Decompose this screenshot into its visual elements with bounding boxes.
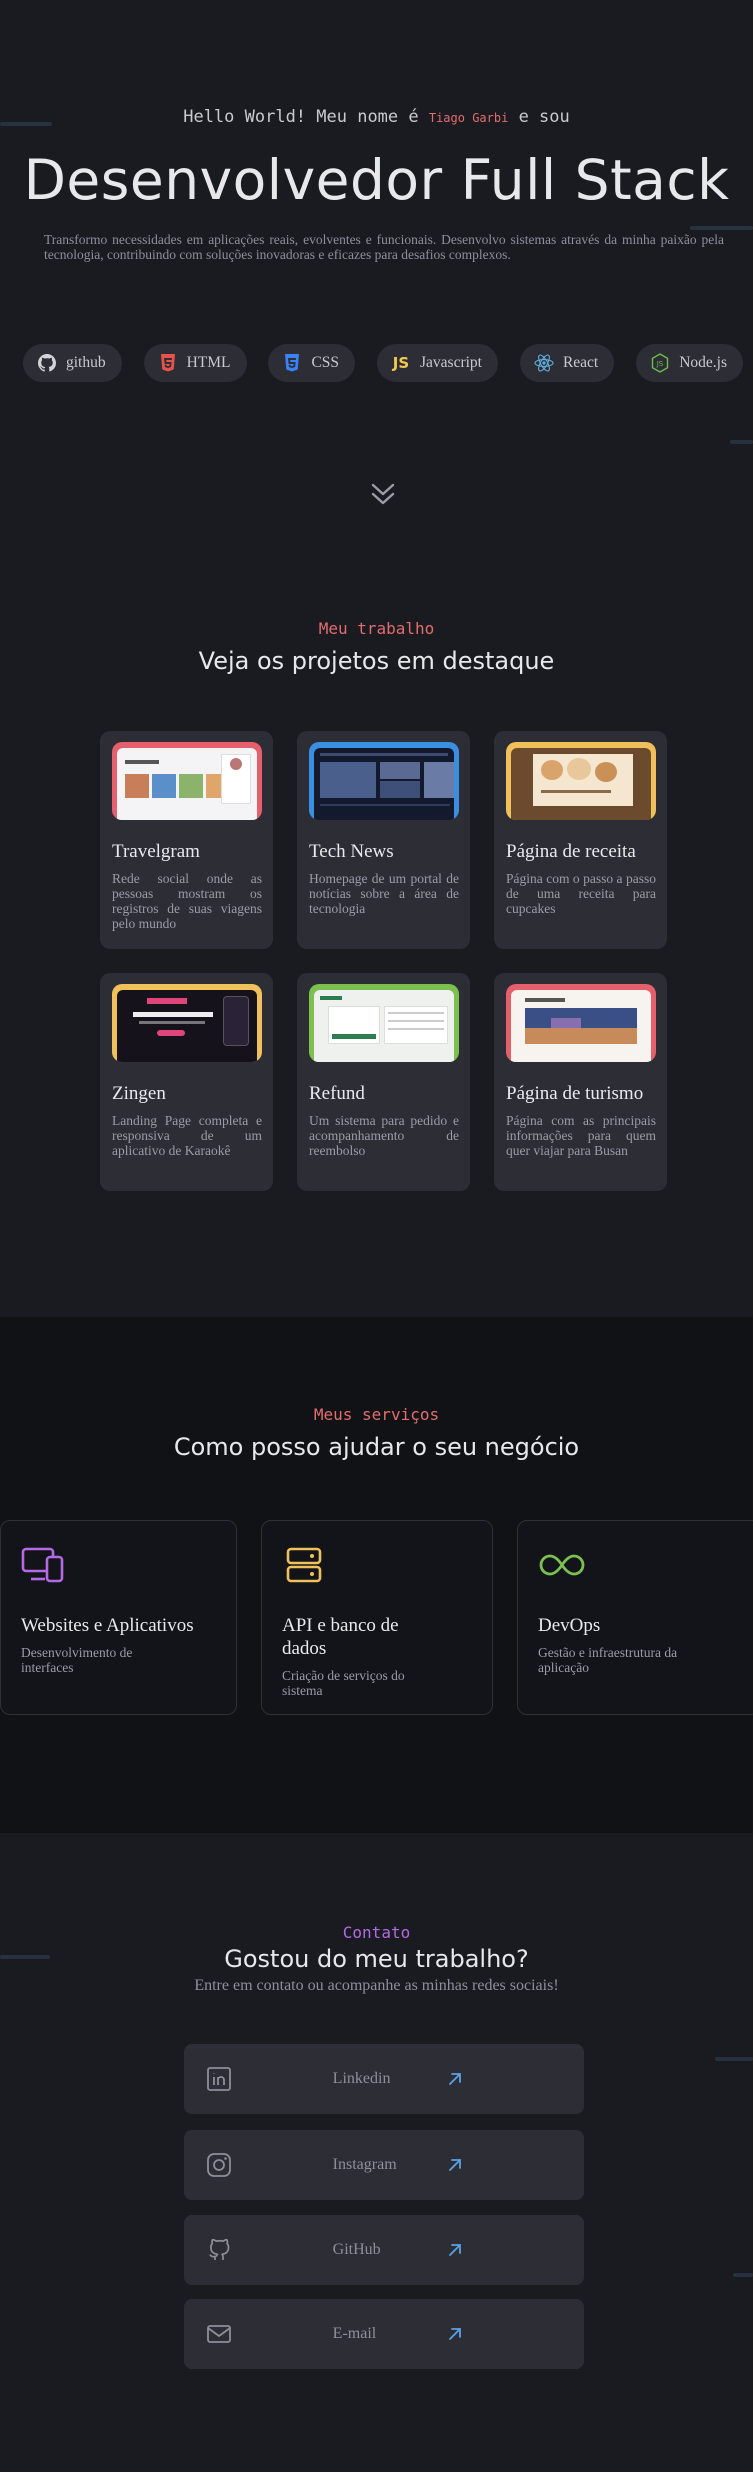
project-card-travelgram[interactable]: Travelgram Rede social onde as pessoas m… xyxy=(100,731,273,949)
project-thumbnail xyxy=(506,742,656,820)
service-card-api: API e banco de dados Criação de serviços… xyxy=(261,1520,493,1715)
project-thumbnail xyxy=(112,742,262,820)
decor-streak xyxy=(690,226,753,230)
server-icon xyxy=(282,1547,472,1588)
service-title: DevOps xyxy=(538,1615,601,1636)
projects-section: Meu trabalho Veja os projetos em destaqu… xyxy=(0,560,753,1317)
project-card-receita[interactable]: Página de receita Página com o passo a p… xyxy=(494,731,667,949)
tech-label: React xyxy=(562,354,599,371)
project-thumbnail xyxy=(309,984,459,1062)
project-card-turismo[interactable]: Página de turismo Página com as principa… xyxy=(494,973,667,1191)
github-icon xyxy=(37,353,57,373)
contact-link-label: E-mail xyxy=(332,2325,377,2342)
javascript-icon: JS xyxy=(392,354,410,372)
tech-badge-github: github xyxy=(23,344,122,382)
hero-greeting: Hello World! Meu nome é Tiago Garbi e so… xyxy=(0,107,753,127)
hero-name: Tiago Garbi xyxy=(428,111,509,125)
services-section: Meus serviços Como posso ajudar o seu ne… xyxy=(0,1317,753,1833)
project-description: Página com as principais informações par… xyxy=(506,1113,656,1158)
tech-label: Javascript xyxy=(420,354,482,371)
contact-kicker: Contato xyxy=(342,1923,411,1942)
contact-link-email[interactable]: E-mail xyxy=(184,2299,584,2369)
tech-label: Node.js xyxy=(679,354,727,371)
arrow-up-right-icon xyxy=(447,2326,562,2342)
decor-streak xyxy=(715,2057,753,2061)
contact-subtitle: Entre em contato ou acompanhe as minhas … xyxy=(194,1977,559,1994)
css3-icon xyxy=(282,353,302,373)
tech-badge-javascript: JS Javascript xyxy=(377,344,498,382)
hero-description: Transformo necessidades em aplicações re… xyxy=(44,232,724,262)
devices-icon xyxy=(21,1547,216,1588)
projects-title: Veja os projetos em destaque xyxy=(198,647,555,675)
contact-link-label: Linkedin xyxy=(332,2070,391,2087)
project-title: Zingen xyxy=(112,1083,166,1104)
svg-text:JS: JS xyxy=(656,360,664,368)
mail-icon xyxy=(206,2321,321,2347)
service-description: Gestão e infraestrutura da aplicação xyxy=(538,1645,678,1675)
contact-link-github[interactable]: GitHub xyxy=(184,2215,584,2285)
project-title: Página de receita xyxy=(506,841,636,862)
project-title: Página de turismo xyxy=(506,1083,644,1104)
service-title: API e banco de dados xyxy=(282,1615,399,1659)
greeting-suffix: e sou xyxy=(508,107,570,127)
project-grid: Travelgram Rede social onde as pessoas m… xyxy=(100,731,668,1191)
tech-label: CSS xyxy=(311,354,340,371)
project-description: Um sistema para pedido e acompanhamento … xyxy=(309,1113,459,1158)
decor-streak xyxy=(733,2273,753,2277)
project-description: Landing Page completa e responsiva de um… xyxy=(112,1113,262,1158)
service-title: Websites e Aplicativos xyxy=(21,1615,194,1636)
nodejs-icon: JS xyxy=(650,353,670,373)
contact-link-linkedin[interactable]: Linkedin xyxy=(184,2044,584,2114)
service-card-websites: Websites e Aplicativos Desenvolvimento d… xyxy=(0,1520,237,1715)
scroll-down-icon[interactable] xyxy=(367,478,399,510)
project-card-tech-news[interactable]: Tech News Homepage de um portal de notíc… xyxy=(297,731,470,949)
project-thumbnail xyxy=(506,984,656,1062)
linkedin-icon xyxy=(206,2066,321,2092)
services-title: Como posso ajudar o seu negócio xyxy=(173,1433,580,1461)
arrow-up-right-icon xyxy=(447,2071,562,2087)
projects-kicker: Meu trabalho xyxy=(318,619,435,638)
hero-section: Hello World! Meu nome é Tiago Garbi e so… xyxy=(0,0,753,560)
github-icon xyxy=(206,2237,321,2263)
tech-badge-html: HTML xyxy=(143,344,247,382)
contact-link-label: Instagram xyxy=(332,2156,397,2173)
project-card-refund[interactable]: Refund Um sistema para pedido e acompanh… xyxy=(297,973,470,1191)
arrow-up-right-icon xyxy=(447,2157,562,2173)
project-title: Refund xyxy=(309,1083,365,1104)
arrow-up-right-icon xyxy=(447,2242,562,2258)
project-card-zingen[interactable]: Zingen Landing Page completa e responsiv… xyxy=(100,973,273,1191)
service-description: Desenvolvimento de interfaces xyxy=(21,1645,133,1675)
instagram-icon xyxy=(206,2152,321,2178)
service-description: Criação de serviços do sistema xyxy=(282,1668,405,1698)
tech-label: HTML xyxy=(186,354,231,371)
greeting-prefix: Hello World! Meu nome é xyxy=(183,107,429,127)
services-kicker: Meus serviços xyxy=(313,1405,440,1424)
contact-title: Gostou do meu trabalho? xyxy=(224,1945,529,1973)
tech-label: github xyxy=(66,354,106,371)
project-description: Página com o passo a passo de uma receit… xyxy=(506,871,656,916)
project-thumbnail xyxy=(309,742,459,820)
hero-title: Desenvolvedor Full Stack xyxy=(23,148,730,212)
react-icon xyxy=(534,353,554,373)
contact-link-instagram[interactable]: Instagram xyxy=(184,2130,584,2200)
infinity-icon xyxy=(538,1547,746,1588)
project-thumbnail xyxy=(112,984,262,1062)
project-description: Homepage de um portal de notícias sobre … xyxy=(309,871,459,916)
decor-streak xyxy=(730,440,753,444)
contact-link-label: GitHub xyxy=(332,2241,381,2258)
tech-badge-react: React xyxy=(519,344,615,382)
project-title: Tech News xyxy=(309,841,394,862)
tech-list: github HTML CSS JS Javascript React JS N… xyxy=(23,344,743,382)
project-description: Rede social onde as pessoas mostram os r… xyxy=(112,871,262,931)
tech-badge-nodejs: JS Node.js xyxy=(636,344,743,382)
contact-section: Contato Gostou do meu trabalho? Entre em… xyxy=(0,1833,753,2451)
project-title: Travelgram xyxy=(112,841,200,862)
service-card-devops: DevOps Gestão e infraestrutura da aplica… xyxy=(517,1520,753,1715)
html5-icon xyxy=(158,353,178,373)
tech-badge-css: CSS xyxy=(268,344,356,382)
